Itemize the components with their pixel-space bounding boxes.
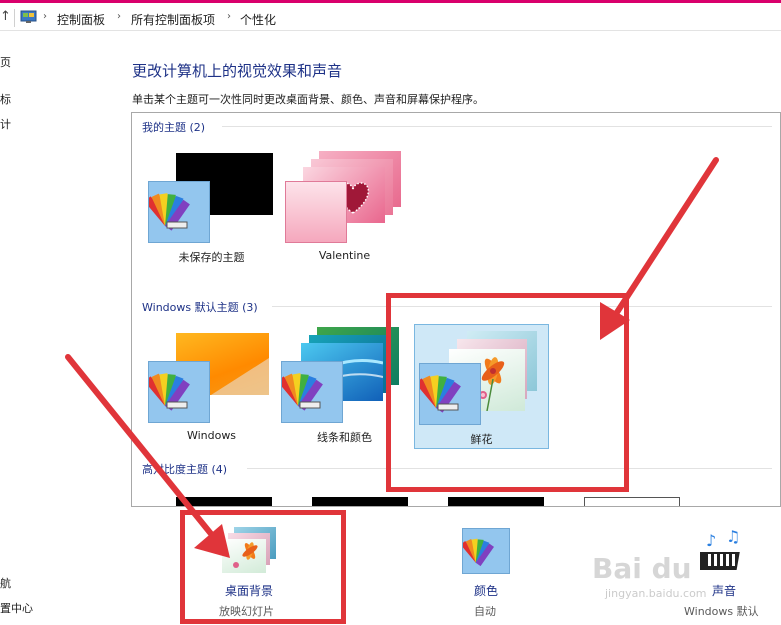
theme-preview-contrast-2[interactable]: [312, 497, 408, 506]
left-nav-item-taskbar[interactable]: 航: [0, 575, 11, 591]
palette-icon: [277, 361, 343, 423]
annotation-box-flowers: [386, 293, 629, 492]
theme-tile-valentine[interactable]: Valentine: [277, 143, 412, 268]
address-bar[interactable]: ↑ › 控制面板 › 所有控制面板项 › 个性化: [0, 5, 781, 31]
color-icon[interactable]: [460, 528, 510, 574]
left-nav-item-home[interactable]: 页: [0, 54, 11, 70]
theme-tile-windows[interactable]: Windows: [144, 323, 279, 448]
group-header-default-themes: Windows 默认主题 (3): [142, 301, 258, 314]
up-arrow-icon[interactable]: ↑: [0, 9, 11, 24]
chevron-right-icon: ›: [43, 11, 47, 22]
page-title: 更改计算机上的视觉效果和声音: [132, 62, 343, 80]
page-description: 单击某个主题可一次性同时更改桌面背景、颜色、声音和屏幕保护程序。: [132, 93, 484, 106]
breadcrumb-personalization[interactable]: 个性化: [240, 11, 276, 28]
color-link[interactable]: 颜色: [474, 582, 498, 599]
color-status: 自动: [474, 605, 496, 618]
sound-icon[interactable]: ♪ ♫: [700, 528, 750, 576]
watermark-logo: Bai du: [592, 552, 692, 585]
theme-label-unsaved: 未保存的主题: [178, 251, 245, 264]
palette-icon: [144, 181, 210, 243]
theme-preview-contrast-white[interactable]: [584, 497, 680, 506]
window-top-accent: [0, 0, 781, 3]
theme-preview-contrast-1[interactable]: [176, 497, 272, 506]
svg-text:♪: ♪: [706, 531, 716, 550]
address-divider: [14, 9, 15, 27]
chevron-right-icon: ›: [117, 11, 121, 22]
sound-link[interactable]: 声音: [712, 582, 736, 599]
left-nav-item-icons[interactable]: 标: [0, 91, 11, 107]
control-panel-icon: [20, 10, 37, 23]
theme-tile-unsaved[interactable]: 未保存的主题: [144, 143, 279, 268]
theme-label-windows: Windows: [186, 429, 237, 442]
left-nav-item-ease-center[interactable]: 置中心: [0, 600, 33, 616]
breadcrumb-all-items[interactable]: 所有控制面板项: [131, 11, 215, 28]
group-header-my-themes: 我的主题 (2): [142, 121, 206, 134]
sound-status: Windows 默认: [684, 605, 759, 618]
theme-label-valentine: Valentine: [318, 249, 371, 262]
svg-text:♫: ♫: [726, 528, 740, 546]
chevron-right-icon: ›: [227, 11, 231, 22]
left-nav-item-pointer[interactable]: 计: [0, 116, 11, 132]
annotation-box-background: [180, 510, 346, 624]
group-header-contrast-themes: 高对比度主题 (4): [142, 463, 228, 476]
group-divider: [222, 126, 772, 127]
palette-icon: [144, 361, 210, 423]
theme-preview-contrast-3[interactable]: [448, 497, 544, 506]
watermark-url: jingyan.baidu.com: [605, 587, 707, 600]
valentine-color-box: [285, 181, 347, 243]
breadcrumb-control-panel[interactable]: 控制面板: [57, 11, 105, 28]
